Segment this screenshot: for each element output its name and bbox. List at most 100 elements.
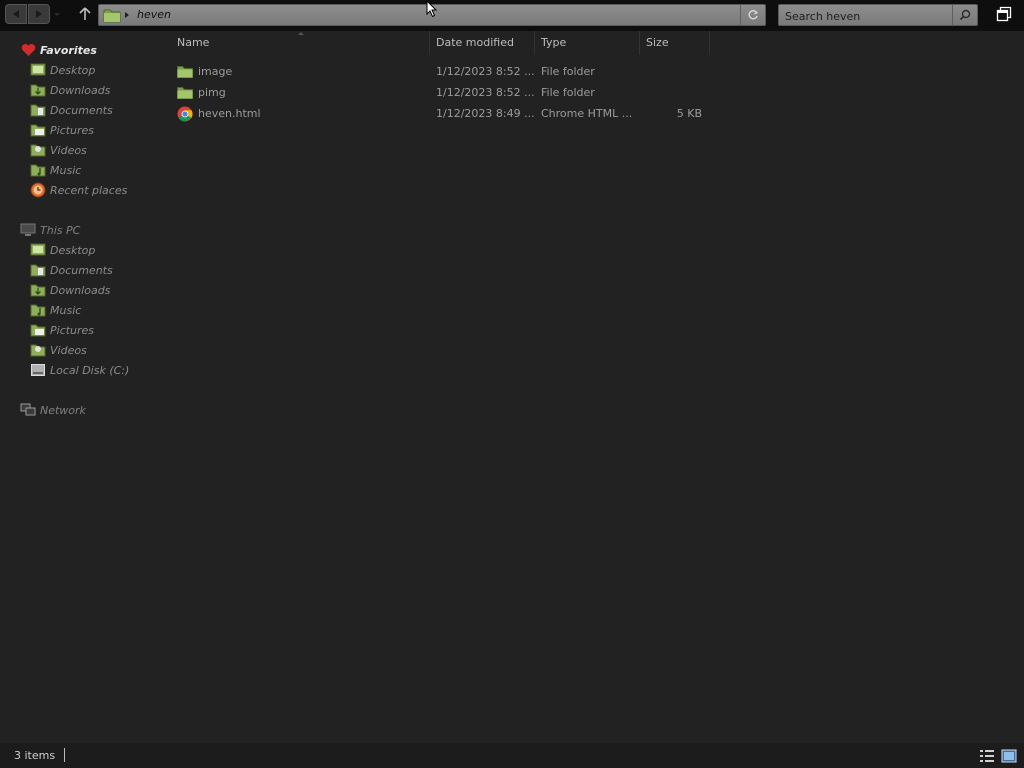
column-header-label: Type (541, 36, 567, 49)
search-icon (959, 9, 971, 21)
file-name: heven.html (198, 107, 261, 120)
nav-favorites-desktop[interactable]: Desktop (30, 60, 95, 80)
nav-item-label: Desktop (50, 63, 96, 77)
nav-item-label: Recent places (50, 183, 128, 197)
nav-item-label: Downloads (50, 283, 111, 297)
file-name-cell: image (177, 61, 232, 82)
nav-favorites-label: Favorites (40, 43, 97, 57)
file-type: File folder (541, 86, 595, 99)
recent-places-icon (30, 182, 46, 198)
file-row[interactable]: heven.html 1/12/2023 8:49 ... Chrome HTM… (173, 103, 707, 124)
pictures-icon (30, 322, 46, 338)
restore-window-button[interactable] (994, 4, 1014, 24)
refresh-icon (748, 10, 759, 20)
nav-this-pc-local-disk[interactable]: Local Disk (C:) (30, 360, 129, 380)
chrome-icon (177, 106, 193, 122)
file-name-cell: heven.html (177, 103, 261, 124)
column-header-type[interactable]: Type (535, 31, 640, 55)
up-button[interactable] (75, 4, 95, 24)
column-header-size[interactable]: Size (640, 31, 710, 55)
file-name-cell: pimg (177, 82, 226, 103)
nav-item-label: Pictures (50, 123, 95, 137)
nav-this-pc[interactable]: This PC (20, 220, 80, 240)
forward-button[interactable] (28, 4, 50, 24)
videos-icon (30, 142, 46, 158)
search-button[interactable] (952, 5, 977, 25)
local-disk-icon (30, 362, 46, 378)
file-size (603, 61, 702, 82)
nav-this-pc-desktop[interactable]: Desktop (30, 240, 95, 260)
nav-favorites-documents[interactable]: Documents (30, 100, 113, 120)
column-header-label: Size (646, 36, 669, 49)
column-header-row: Name Date modified Type Size (165, 31, 710, 55)
restore-window-icon (996, 6, 1012, 22)
nav-favorites-videos[interactable]: Videos (30, 140, 87, 160)
back-arrow-icon (13, 10, 19, 18)
search-input[interactable] (783, 6, 952, 26)
large-icons-view-button[interactable] (1001, 748, 1017, 764)
file-size: 5 KB (676, 107, 702, 120)
details-view-icon (980, 750, 994, 762)
toolbar: heven (0, 0, 1024, 31)
nav-item-label: Music (50, 303, 82, 317)
folder-icon (177, 64, 193, 80)
nav-item-label: Documents (50, 103, 113, 117)
nav-network[interactable]: Network (20, 400, 86, 420)
nav-network-label: Network (40, 403, 86, 417)
computer-icon (20, 222, 36, 238)
status-bar: 3 items (0, 743, 1024, 768)
file-size (603, 82, 702, 103)
navigation-pane: Favorites Desktop Downloads Documents Pi… (0, 31, 165, 743)
nav-item-label: Local Disk (C:) (50, 363, 130, 377)
recent-locations-button[interactable] (52, 4, 62, 24)
details-view-button[interactable] (979, 748, 995, 764)
downloads-icon (30, 282, 46, 298)
column-header-label: Name (177, 36, 210, 49)
nav-item-label: Pictures (50, 323, 95, 337)
file-row[interactable]: pimg 1/12/2023 8:52 ... File folder (173, 82, 707, 103)
documents-icon (30, 262, 46, 278)
refresh-button[interactable] (740, 5, 765, 25)
nav-item-label: Videos (50, 343, 87, 357)
back-button[interactable] (5, 4, 27, 24)
sort-ascending-icon (298, 32, 304, 35)
up-arrow-icon (79, 7, 91, 20)
desktop-icon (30, 242, 46, 258)
nav-item-label: Music (50, 163, 82, 177)
file-list: Name Date modified Type Size image 1/12/… (165, 31, 1024, 743)
nav-item-label: Documents (50, 263, 113, 277)
folder-icon (103, 8, 121, 26)
nav-this-pc-videos[interactable]: Videos (30, 340, 87, 360)
chevron-down-icon (54, 13, 60, 16)
nav-this-pc-downloads[interactable]: Downloads (30, 280, 110, 300)
column-header-label: Date modified (436, 36, 514, 49)
downloads-icon (30, 82, 46, 98)
file-type: File folder (541, 65, 595, 78)
file-name: pimg (198, 86, 226, 99)
nav-this-pc-documents[interactable]: Documents (30, 260, 113, 280)
heart-icon (20, 42, 36, 58)
file-date-modified: 1/12/2023 8:52 ... (436, 65, 535, 78)
nav-favorites-downloads[interactable]: Downloads (30, 80, 110, 100)
nav-item-label: Videos (50, 143, 87, 157)
nav-this-pc-music[interactable]: Music (30, 300, 81, 320)
nav-this-pc-pictures[interactable]: Pictures (30, 320, 94, 340)
nav-item-label: Desktop (50, 243, 96, 257)
nav-favorites-music[interactable]: Music (30, 160, 81, 180)
breadcrumb-chevron-icon[interactable] (125, 12, 129, 18)
nav-item-label: Downloads (50, 83, 111, 97)
file-name: image (198, 65, 233, 78)
file-date-modified: 1/12/2023 8:52 ... (436, 86, 535, 99)
nav-favorites[interactable]: Favorites (20, 40, 97, 60)
column-header-date-modified[interactable]: Date modified (430, 31, 535, 55)
file-date-modified: 1/12/2023 8:49 ... (436, 107, 535, 120)
item-count: 3 items (14, 749, 56, 762)
forward-arrow-icon (36, 10, 42, 18)
search-box[interactable] (778, 4, 978, 26)
nav-favorites-pictures[interactable]: Pictures (30, 120, 94, 140)
pictures-icon (30, 122, 46, 138)
nav-favorites-recent-places[interactable]: Recent places (30, 180, 127, 200)
music-icon (30, 302, 46, 318)
breadcrumb-current[interactable]: heven (137, 8, 171, 21)
file-row[interactable]: image 1/12/2023 8:52 ... File folder (173, 61, 707, 82)
